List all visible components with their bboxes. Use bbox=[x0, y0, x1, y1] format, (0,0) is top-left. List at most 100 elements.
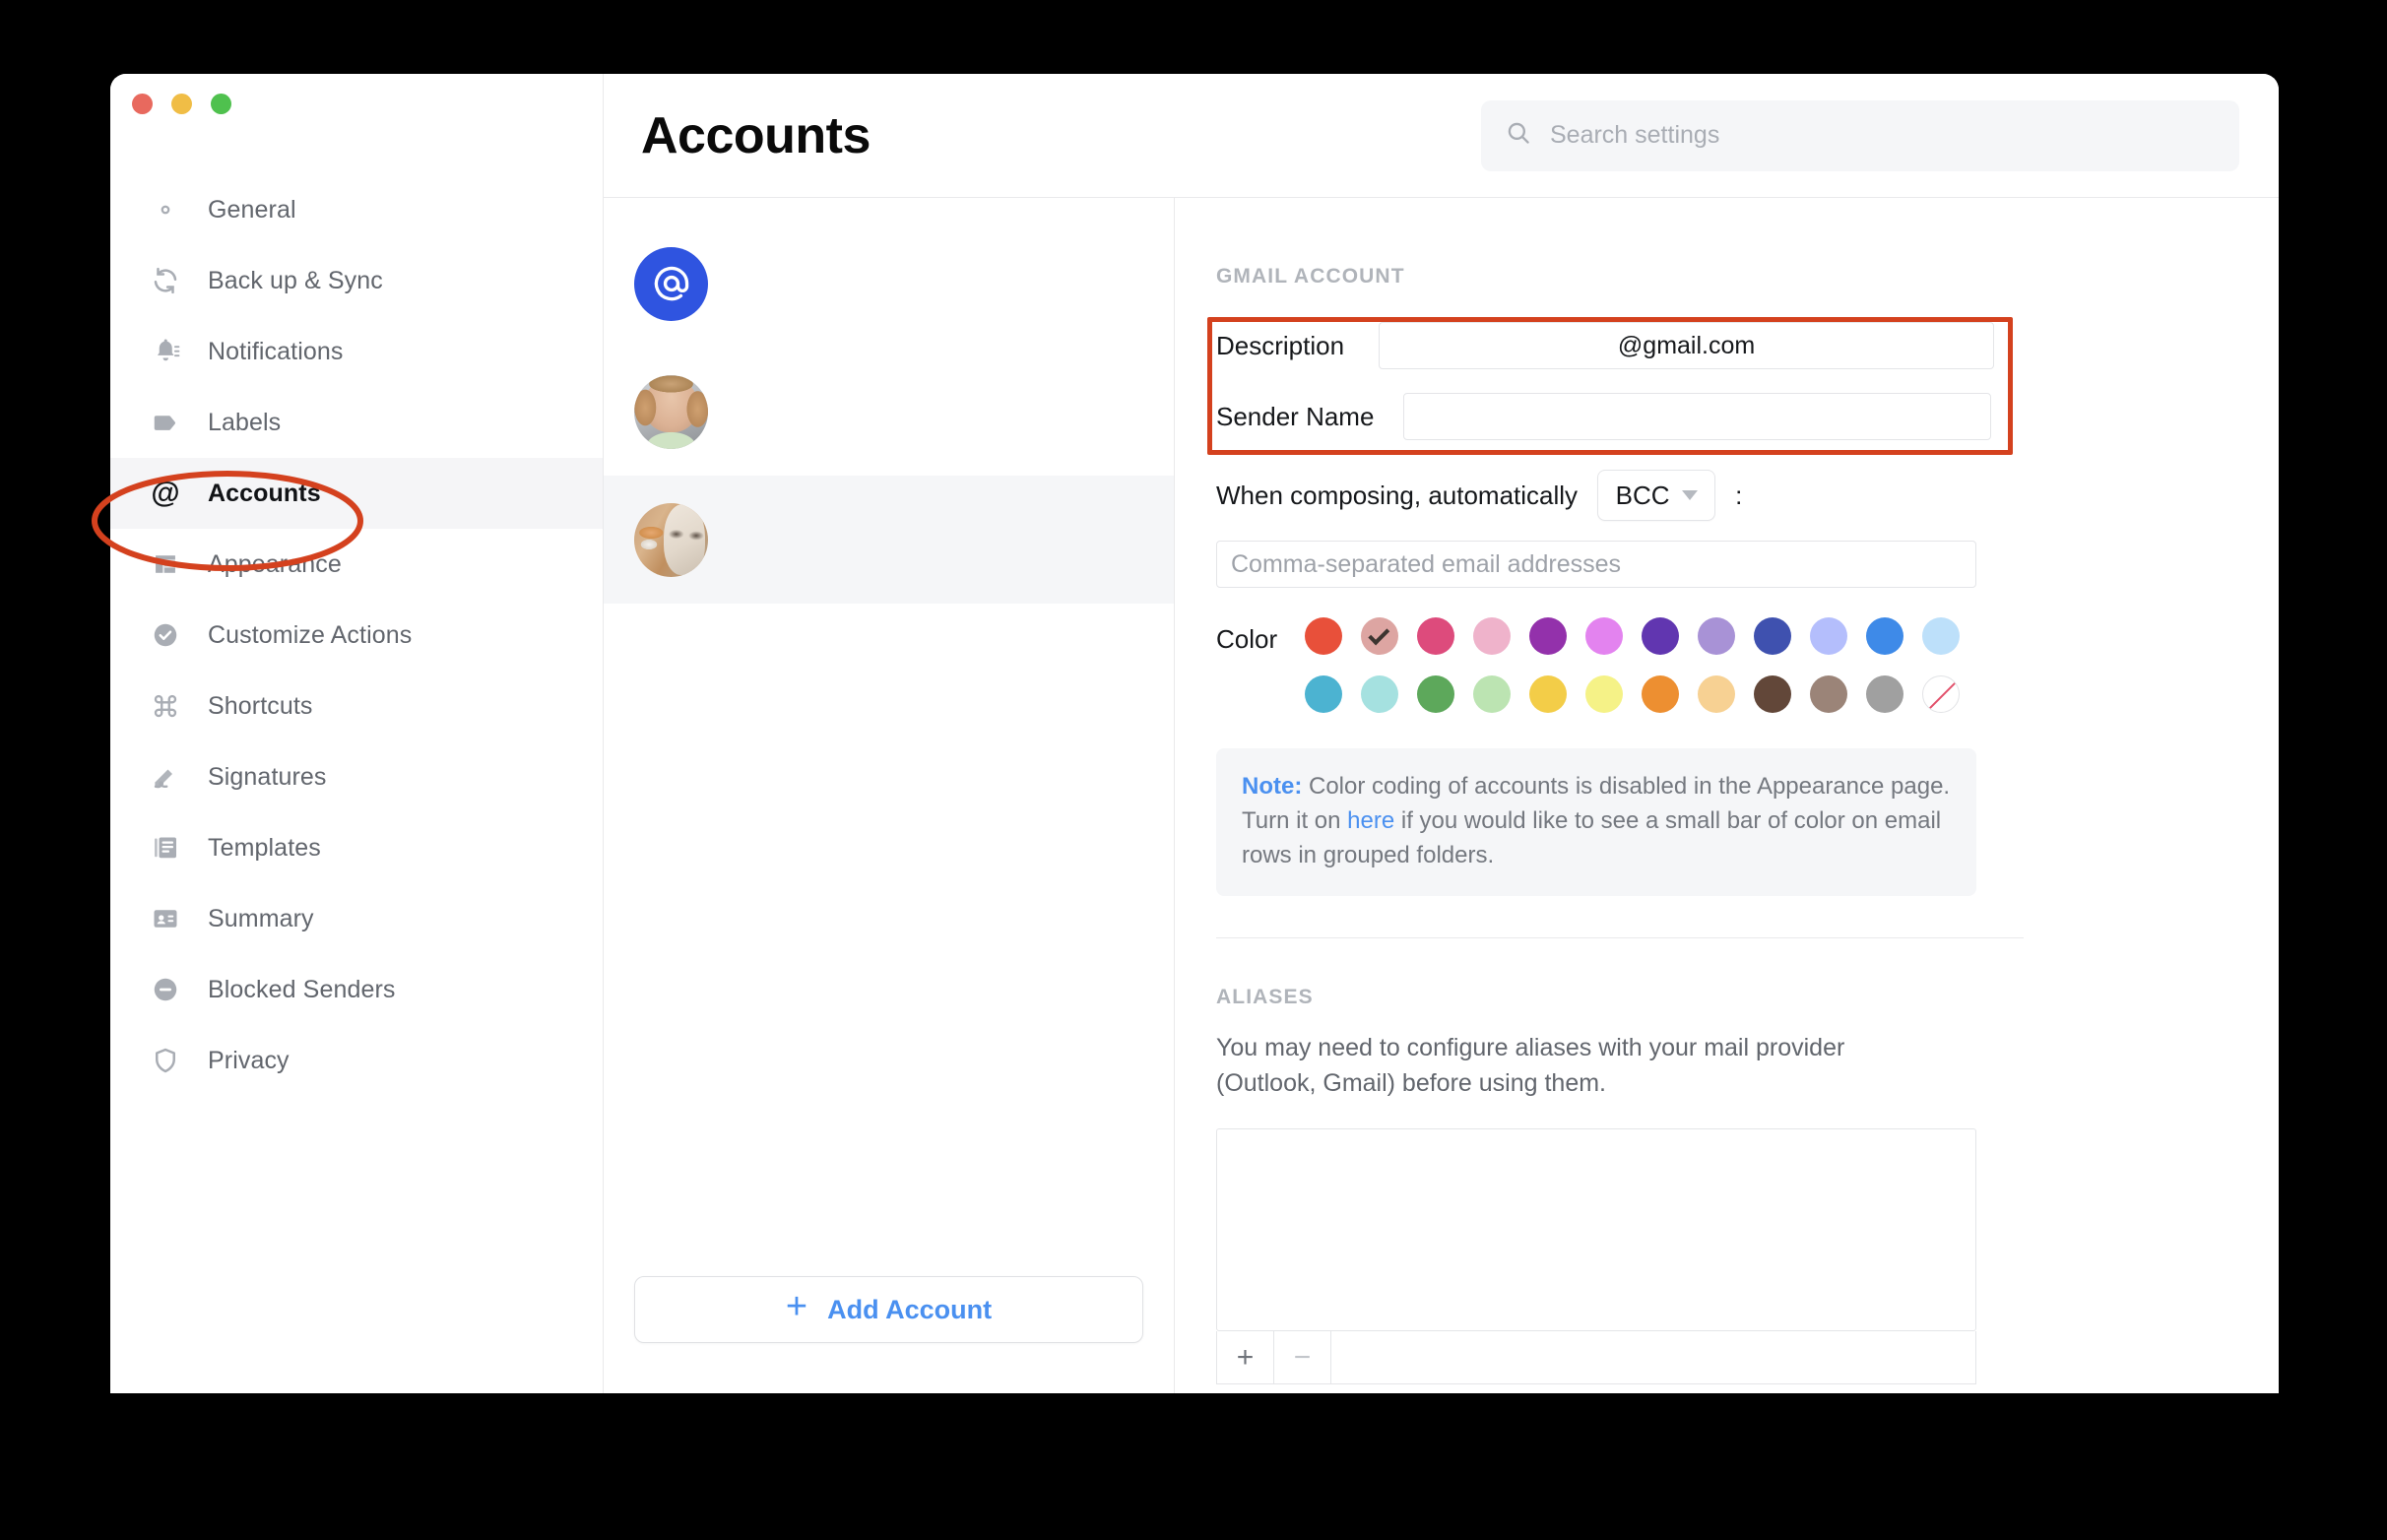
color-swatch-brown[interactable] bbox=[1754, 675, 1792, 713]
sidebar-item-labels[interactable]: Labels bbox=[110, 387, 603, 458]
sidebar-item-label: Customize Actions bbox=[208, 620, 413, 649]
account-row[interactable] bbox=[604, 476, 1174, 604]
color-swatch-purple[interactable] bbox=[1529, 617, 1568, 655]
color-swatch-periwinkle[interactable] bbox=[1810, 617, 1848, 655]
sidebar-item-label: Templates bbox=[208, 833, 321, 862]
layout-icon bbox=[149, 547, 182, 581]
color-swatch-green[interactable] bbox=[1417, 675, 1455, 713]
sidebar-item-accounts[interactable]: @ Accounts bbox=[110, 458, 603, 529]
sidebar-item-notifications[interactable]: Notifications bbox=[110, 316, 603, 387]
color-swatch-violet[interactable] bbox=[1642, 617, 1680, 655]
add-alias-button[interactable]: + bbox=[1217, 1331, 1274, 1384]
color-coding-note: Note: Color coding of accounts is disabl… bbox=[1216, 748, 1976, 897]
color-swatch-blue[interactable] bbox=[1866, 617, 1904, 655]
page-title: Accounts bbox=[641, 106, 871, 164]
color-swatch-light-pink[interactable] bbox=[1473, 617, 1512, 655]
compose-mode-dropdown[interactable]: BCC bbox=[1597, 470, 1716, 521]
sidebar-item-label: Back up & Sync bbox=[208, 266, 383, 294]
compose-mode-row: When composing, automatically BCC : bbox=[1216, 470, 2216, 521]
color-swatch-light-teal[interactable] bbox=[1361, 675, 1399, 713]
sidebar-item-label: Appearance bbox=[208, 549, 342, 578]
gmail-account-heading: GMAIL ACCOUNT bbox=[1216, 265, 1405, 288]
color-swatch-orchid[interactable] bbox=[1585, 617, 1624, 655]
sidebar-item-label: Signatures bbox=[208, 762, 327, 791]
color-swatch-gray[interactable] bbox=[1866, 675, 1904, 713]
appearance-here-link[interactable]: here bbox=[1347, 807, 1394, 834]
sidebar-item-backup-sync[interactable]: Back up & Sync bbox=[110, 245, 603, 316]
sidebar-item-summary[interactable]: Summary bbox=[110, 883, 603, 954]
description-input[interactable] bbox=[1379, 322, 1995, 369]
sidebar-item-label: Summary bbox=[208, 904, 314, 932]
sidebar-item-general[interactable]: General bbox=[110, 174, 603, 245]
at-sign-avatar bbox=[634, 246, 708, 321]
color-swatch-light-yellow[interactable] bbox=[1585, 675, 1624, 713]
avatar bbox=[634, 502, 708, 577]
color-swatch-none[interactable] bbox=[1922, 675, 1961, 713]
aliases-description: You may need to configure aliases with y… bbox=[1216, 1034, 1845, 1097]
search-input[interactable] bbox=[1550, 121, 2216, 150]
search-settings-box[interactable] bbox=[1481, 99, 2239, 171]
minus-circle-icon bbox=[149, 973, 182, 1006]
sender-name-input[interactable] bbox=[1403, 393, 1992, 440]
color-swatch-light-blue[interactable] bbox=[1922, 617, 1961, 655]
sidebar-item-customize-actions[interactable]: Customize Actions bbox=[110, 600, 603, 671]
sidebar-item-appearance[interactable]: Appearance bbox=[110, 529, 603, 600]
color-swatch-red[interactable] bbox=[1305, 617, 1343, 655]
tag-icon bbox=[149, 406, 182, 439]
note-label: Note: bbox=[1242, 773, 1303, 800]
id-card-icon bbox=[149, 902, 182, 935]
color-swatch-light-orange[interactable] bbox=[1698, 675, 1736, 713]
color-swatch-yellow[interactable] bbox=[1529, 675, 1568, 713]
bcc-addresses-input[interactable] bbox=[1216, 541, 1976, 588]
sidebar-item-templates[interactable]: Templates bbox=[110, 812, 603, 883]
sender-name-label: Sender Name bbox=[1216, 401, 1375, 431]
minimize-button[interactable] bbox=[171, 94, 192, 114]
color-swatch-light-violet[interactable] bbox=[1698, 617, 1736, 655]
settings-sidebar: General Back up & Sync Notifications Lab… bbox=[110, 74, 604, 1393]
close-button[interactable] bbox=[132, 94, 153, 114]
sync-icon bbox=[149, 264, 182, 297]
aliases-heading: ALIASES bbox=[1216, 986, 1314, 1009]
avatar bbox=[634, 374, 708, 449]
color-swatch-dusty-rose[interactable] bbox=[1361, 617, 1399, 655]
color-label: Color bbox=[1216, 624, 1278, 654]
color-swatch-light-green[interactable] bbox=[1473, 675, 1512, 713]
detail-content: GMAIL ACCOUNT Description Sender Name Wh… bbox=[1175, 265, 2279, 1385]
sidebar-item-blocked-senders[interactable]: Blocked Senders bbox=[110, 954, 603, 1025]
add-account-button[interactable]: + Add Account bbox=[634, 1276, 1143, 1343]
add-account-label: Add Account bbox=[827, 1294, 993, 1324]
search-icon bbox=[1505, 119, 1532, 152]
sidebar-nav: General Back up & Sync Notifications Lab… bbox=[110, 174, 603, 1096]
sidebar-item-label: Shortcuts bbox=[208, 691, 313, 720]
account-row[interactable] bbox=[604, 220, 1174, 348]
bell-icon bbox=[149, 335, 182, 368]
zoom-button[interactable] bbox=[211, 94, 231, 114]
color-swatch-taupe[interactable] bbox=[1810, 675, 1848, 713]
at-sign-icon: @ bbox=[151, 477, 180, 509]
aliases-section: ALIASES You may need to configure aliase… bbox=[1216, 986, 2216, 1385]
color-swatch-teal[interactable] bbox=[1305, 675, 1343, 713]
settings-main: Accounts Search settings + Add Account G… bbox=[604, 74, 2279, 1393]
aliases-toolbar: + − bbox=[1216, 1331, 1976, 1385]
description-row: Description bbox=[1216, 310, 2216, 381]
sidebar-item-signatures[interactable]: Signatures bbox=[110, 741, 603, 812]
account-detail-panel: GMAIL ACCOUNT Description Sender Name Wh… bbox=[1175, 198, 2279, 1393]
gear-icon bbox=[149, 193, 182, 226]
sidebar-item-shortcuts[interactable]: Shortcuts bbox=[110, 671, 603, 741]
section-divider bbox=[1216, 937, 2024, 939]
account-row[interactable] bbox=[604, 348, 1174, 476]
color-swatch-indigo[interactable] bbox=[1754, 617, 1792, 655]
remove-alias-button[interactable]: − bbox=[1274, 1331, 1331, 1384]
check-icon bbox=[1368, 622, 1390, 645]
settings-window: General Back up & Sync Notifications Lab… bbox=[110, 74, 2279, 1393]
page-header: Accounts bbox=[604, 74, 2279, 198]
color-swatch-deep-pink[interactable] bbox=[1417, 617, 1455, 655]
note-text: Note: Color coding of accounts is disabl… bbox=[1242, 770, 1951, 872]
compose-mode-value: BCC bbox=[1615, 480, 1670, 510]
aliases-list[interactable] bbox=[1216, 1128, 1976, 1332]
shield-icon bbox=[149, 1044, 182, 1077]
color-swatch-orange[interactable] bbox=[1642, 675, 1680, 713]
command-icon bbox=[149, 689, 182, 723]
chevron-down-icon bbox=[1681, 490, 1698, 500]
sidebar-item-privacy[interactable]: Privacy bbox=[110, 1025, 603, 1096]
